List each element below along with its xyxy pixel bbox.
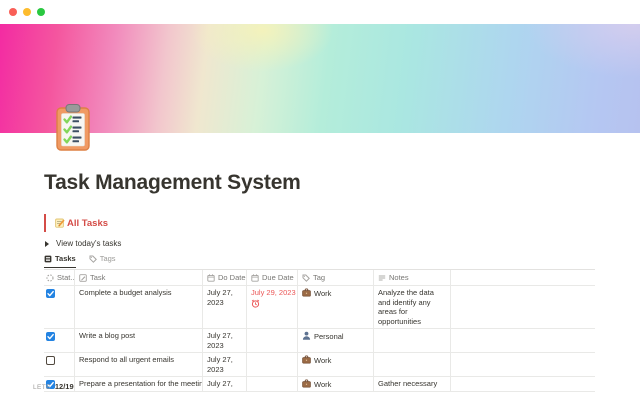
all-tasks-heading: All Tasks bbox=[44, 214, 108, 232]
tag-cell[interactable]: Work bbox=[298, 353, 374, 376]
notes-cell[interactable] bbox=[374, 353, 451, 376]
status-cell[interactable] bbox=[44, 329, 75, 352]
tab-label: Tags bbox=[99, 254, 116, 263]
status-cell[interactable] bbox=[44, 353, 75, 376]
column-header-trailing bbox=[451, 270, 595, 285]
column-header-notes[interactable]: Notes bbox=[374, 270, 451, 285]
table-header-row: Stat... Task Do Date Due Date Tag Notes bbox=[44, 270, 595, 286]
status-icon bbox=[46, 273, 54, 282]
due-date-cell[interactable] bbox=[247, 377, 298, 391]
page-title[interactable]: Task Management System bbox=[44, 171, 301, 195]
notes-cell[interactable] bbox=[374, 329, 451, 352]
calendar-icon bbox=[207, 273, 215, 282]
tag-label: Work bbox=[314, 380, 332, 389]
column-header-due-date[interactable]: Due Date bbox=[247, 270, 298, 285]
tab-tags[interactable]: Tags bbox=[89, 254, 116, 267]
tag-cell[interactable]: Work bbox=[298, 286, 374, 328]
column-header-do-date[interactable]: Do Date bbox=[203, 270, 247, 285]
view-tabs: Tasks Tags bbox=[44, 254, 116, 269]
briefcase-icon bbox=[302, 379, 311, 388]
calc-value: 12/19 bbox=[54, 382, 74, 391]
pencil-square-icon bbox=[79, 273, 87, 282]
table-body: Complete a budget analysis July 27, 2023 J… bbox=[44, 286, 595, 392]
column-header-label: Notes bbox=[389, 272, 409, 282]
tag-cell[interactable]: Personal bbox=[298, 329, 374, 352]
do-date-cell[interactable]: July 27, 2023 bbox=[203, 353, 247, 376]
column-header-stat-[interactable]: Stat... bbox=[44, 270, 75, 285]
memo-icon bbox=[55, 218, 65, 228]
task-cell[interactable]: Write a blog post bbox=[75, 329, 203, 352]
all-tasks-label: All Tasks bbox=[67, 217, 109, 229]
checkbox-checked[interactable] bbox=[46, 289, 55, 298]
toggle-triangle-icon[interactable] bbox=[45, 240, 49, 247]
page-cover-image[interactable] bbox=[0, 24, 640, 133]
column-header-label: Do Date bbox=[218, 272, 246, 282]
briefcase-icon bbox=[302, 355, 311, 364]
briefcase-icon bbox=[302, 288, 311, 297]
table-row: Write a blog post July 27, 2023 Personal bbox=[44, 329, 595, 353]
clipboard-icon[interactable] bbox=[54, 102, 92, 152]
status-cell[interactable] bbox=[44, 286, 75, 328]
task-cell[interactable]: Prepare a presentation for the meeting bbox=[75, 377, 203, 391]
due-date-cell[interactable]: July 29, 2023 bbox=[247, 286, 298, 328]
do-date-cell[interactable]: July 27, 2023 bbox=[203, 286, 247, 328]
notes-icon bbox=[378, 274, 386, 282]
minimize-button[interactable] bbox=[23, 8, 31, 16]
trailing-cell bbox=[451, 286, 595, 328]
person-icon bbox=[302, 331, 311, 340]
due-date-cell[interactable] bbox=[247, 329, 298, 352]
toggle-today-tasks[interactable]: View today's tasks bbox=[45, 239, 121, 248]
reminder-alarm-icon bbox=[251, 299, 293, 311]
task-cell[interactable]: Complete a budget analysis bbox=[75, 286, 203, 328]
column-header-label: Due Date bbox=[262, 272, 294, 282]
tag-icon bbox=[89, 255, 97, 263]
tag-cell[interactable]: Work bbox=[298, 377, 374, 391]
tag-label: Work bbox=[314, 289, 332, 298]
tab-label: Tasks bbox=[55, 254, 76, 263]
tasks-table: Stat... Task Do Date Due Date Tag Notes Compl… bbox=[44, 269, 595, 392]
tab-tasks[interactable]: Tasks bbox=[44, 254, 76, 268]
table-calc-footer[interactable]: LETE 12/19 bbox=[33, 382, 74, 391]
trailing-cell bbox=[451, 377, 595, 391]
checkbox-checked[interactable] bbox=[46, 332, 55, 341]
tag-label: Personal bbox=[314, 332, 344, 341]
notes-cell[interactable]: Gather necessary bbox=[374, 377, 451, 391]
window-titlebar bbox=[0, 0, 640, 24]
toggle-label: View today's tasks bbox=[56, 239, 122, 248]
due-date-cell[interactable] bbox=[247, 353, 298, 376]
table-view-icon bbox=[44, 255, 52, 263]
close-button[interactable] bbox=[9, 8, 17, 16]
checkbox-unchecked[interactable] bbox=[46, 356, 55, 365]
zoom-button[interactable] bbox=[37, 8, 45, 16]
table-row: Prepare a presentation for the meeting Ju… bbox=[44, 377, 595, 392]
column-header-task[interactable]: Task bbox=[75, 270, 203, 285]
trailing-cell bbox=[451, 329, 595, 352]
notes-cell[interactable]: Analyze the data and identify any areas … bbox=[374, 286, 451, 328]
column-header-label: Task bbox=[90, 272, 106, 282]
do-date-cell[interactable]: July 27, 2023 bbox=[203, 329, 247, 352]
do-date-cell[interactable]: July 27, bbox=[203, 377, 247, 391]
tag-icon bbox=[302, 274, 310, 282]
table-row: Complete a budget analysis July 27, 2023 J… bbox=[44, 286, 595, 329]
due-date-text: July 29, 2023 bbox=[251, 288, 296, 297]
task-cell[interactable]: Respond to all urgent emails bbox=[75, 353, 203, 376]
column-header-label: Stat... bbox=[57, 272, 75, 282]
tag-label: Work bbox=[314, 356, 332, 365]
column-header-label: Tag bbox=[313, 272, 326, 282]
column-header-tag[interactable]: Tag bbox=[298, 270, 374, 285]
calendar-icon bbox=[251, 273, 259, 282]
trailing-cell bbox=[451, 353, 595, 376]
table-row: Respond to all urgent emails July 27, 202… bbox=[44, 353, 595, 377]
calc-label: LETE bbox=[33, 384, 51, 391]
